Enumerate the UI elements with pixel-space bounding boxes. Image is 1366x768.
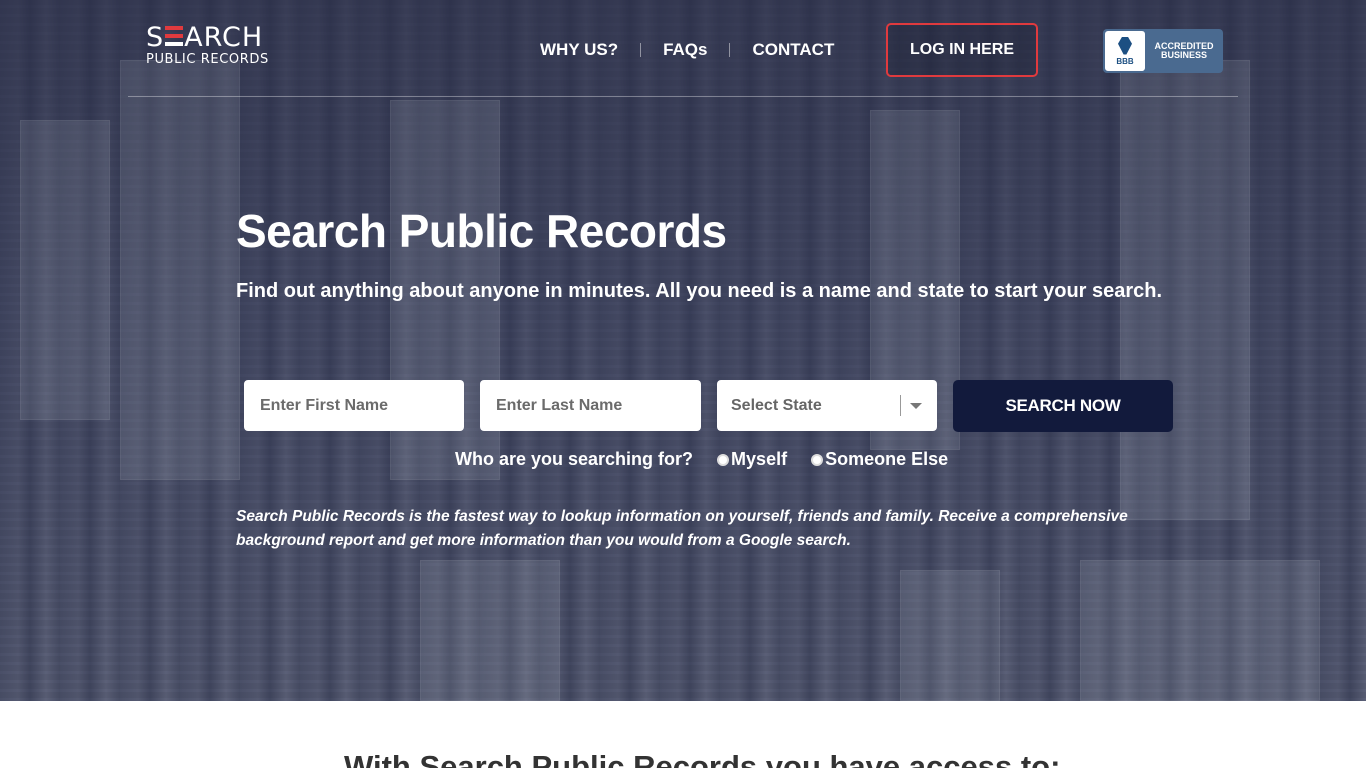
logo-flag-e-icon [165, 26, 184, 46]
logo-subtitle: PUBLIC RECORDS [146, 52, 269, 67]
select-divider [900, 395, 901, 416]
page-title: Search Public Records [236, 205, 727, 257]
radio-circle-icon[interactable] [717, 453, 730, 466]
state-select-value: Select State [731, 396, 822, 414]
background-building [1080, 560, 1320, 701]
header-divider [128, 96, 1238, 97]
logo-wordmark: S ARCH [146, 22, 264, 53]
background-building [900, 570, 1000, 701]
radio-myself[interactable]: Myself [717, 449, 787, 470]
radio-circle-icon[interactable] [811, 453, 824, 466]
search-target-group: Who are you searching for? Myself Someon… [455, 449, 948, 470]
nav-faqs[interactable]: FAQs [663, 40, 707, 60]
state-select[interactable]: Select State [717, 380, 937, 431]
nav-divider [729, 43, 731, 57]
search-target-question: Who are you searching for? [455, 449, 694, 469]
radio-someone-else[interactable]: Someone Else [811, 449, 948, 470]
nav-why-us[interactable]: WHY US? [540, 40, 618, 60]
bbb-torch-icon [1118, 36, 1132, 55]
hero-section [0, 0, 1366, 701]
background-building [420, 560, 560, 701]
first-name-input[interactable] [244, 380, 464, 431]
site-logo[interactable]: S ARCH PUBLIC RECORDS [146, 24, 269, 67]
search-now-button[interactable]: SEARCH NOW [953, 380, 1173, 432]
chevron-down-icon [910, 403, 922, 409]
main-nav: WHY US? FAQs CONTACT [540, 40, 834, 60]
background-building [120, 60, 240, 480]
bbb-accredited-badge[interactable]: BBB ACCREDITED BUSINESS [1103, 29, 1223, 73]
last-name-input[interactable] [480, 380, 701, 431]
features-title: With Search Public Records you have acce… [344, 749, 1061, 768]
bbb-seal-icon: BBB [1105, 31, 1145, 71]
bbb-text: ACCREDITED BUSINESS [1154, 41, 1214, 60]
nav-contact[interactable]: CONTACT [752, 40, 834, 60]
login-button[interactable]: LOG IN HERE [886, 23, 1038, 77]
nav-divider [640, 43, 642, 57]
hero-subtitle: Find out anything about anyone in minute… [236, 280, 1163, 302]
hero-disclaimer: Search Public Records is the fastest way… [236, 508, 1128, 549]
background-building [20, 120, 110, 420]
